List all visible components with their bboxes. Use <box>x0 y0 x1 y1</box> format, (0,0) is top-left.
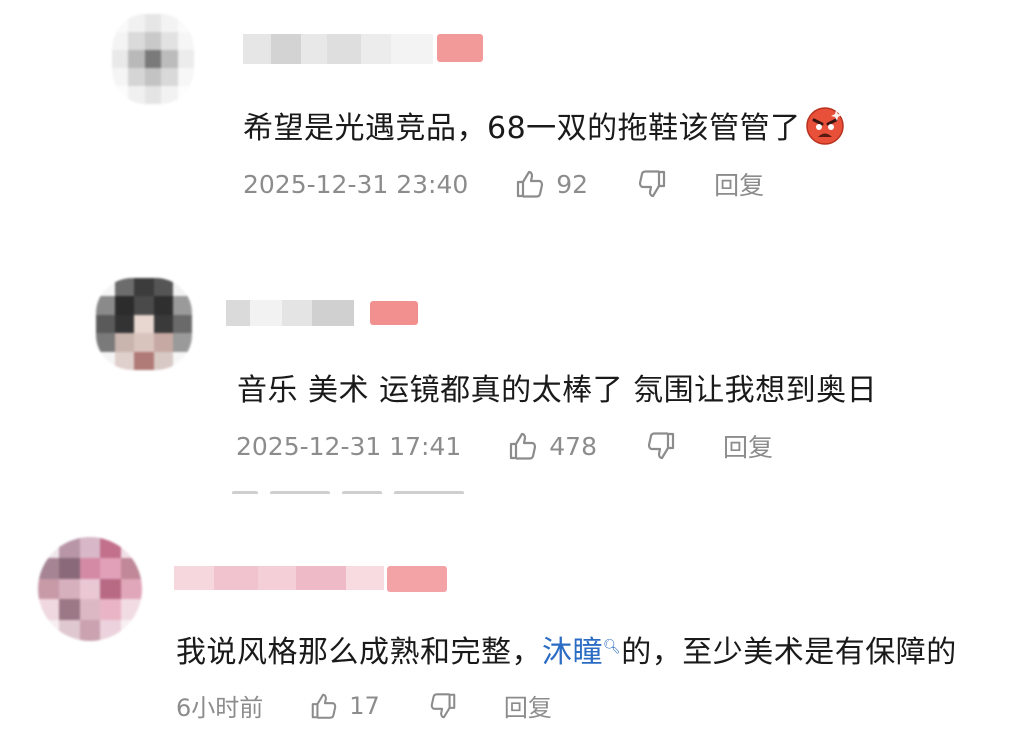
comment-time: 6小时前 <box>176 694 264 722</box>
username-blurred[interactable] <box>174 566 384 590</box>
username-blurred[interactable] <box>243 34 433 64</box>
dislike-button[interactable] <box>645 430 677 462</box>
search-icon[interactable]: 🔍︎ <box>603 639 621 655</box>
angry-face-emoji <box>805 106 845 154</box>
cropped-replies-link <box>232 484 532 494</box>
reply-button[interactable]: 回复 <box>723 428 773 464</box>
thumbs-up-icon <box>312 693 337 719</box>
thumbs-down-icon <box>638 170 666 198</box>
like-button[interactable]: 17 <box>309 691 380 721</box>
reply-button[interactable]: 回复 <box>714 166 764 202</box>
comment-meta: 6小时前 17 回复 <box>176 688 552 723</box>
user-avatar[interactable] <box>112 14 194 104</box>
user-avatar[interactable] <box>38 537 142 641</box>
comment-meta: 2025-12-31 23:40 92 回复 <box>243 166 764 202</box>
thumbs-down-icon <box>647 432 675 460</box>
like-count: 17 <box>349 691 380 720</box>
like-button[interactable]: 92 <box>514 168 588 200</box>
comment-time: 2025-12-31 17:41 <box>236 431 462 461</box>
comment-text: 我说风格那么成熟和完整，沐瞳🔍︎的，至少美术是有保障的 <box>176 635 957 670</box>
dislike-button[interactable] <box>428 691 458 721</box>
user-avatar[interactable] <box>96 278 192 370</box>
user-level-badge <box>437 34 483 62</box>
like-count: 92 <box>556 169 589 199</box>
user-level-badge <box>370 301 418 325</box>
thumbs-up-icon <box>517 170 544 198</box>
user-level-badge <box>387 566 447 592</box>
dislike-button[interactable] <box>636 168 668 200</box>
mention-link[interactable]: 沐瞳 <box>542 635 603 670</box>
like-count: 478 <box>549 431 597 461</box>
comment-text: 希望是光遇竞品，68一双的拖鞋该管管了 <box>243 103 845 154</box>
thumbs-down-icon <box>430 692 456 718</box>
thumbs-up-icon <box>510 432 537 460</box>
like-button[interactable]: 478 <box>507 430 597 462</box>
comment-text: 音乐 美术 运镜都真的太棒了 氛围让我想到奥日 <box>237 373 878 408</box>
comment-meta: 2025-12-31 17:41 478 回复 <box>236 428 773 464</box>
reply-button[interactable]: 回复 <box>504 688 552 723</box>
username-blurred[interactable] <box>226 300 354 326</box>
comment-time: 2025-12-31 23:40 <box>243 169 469 199</box>
